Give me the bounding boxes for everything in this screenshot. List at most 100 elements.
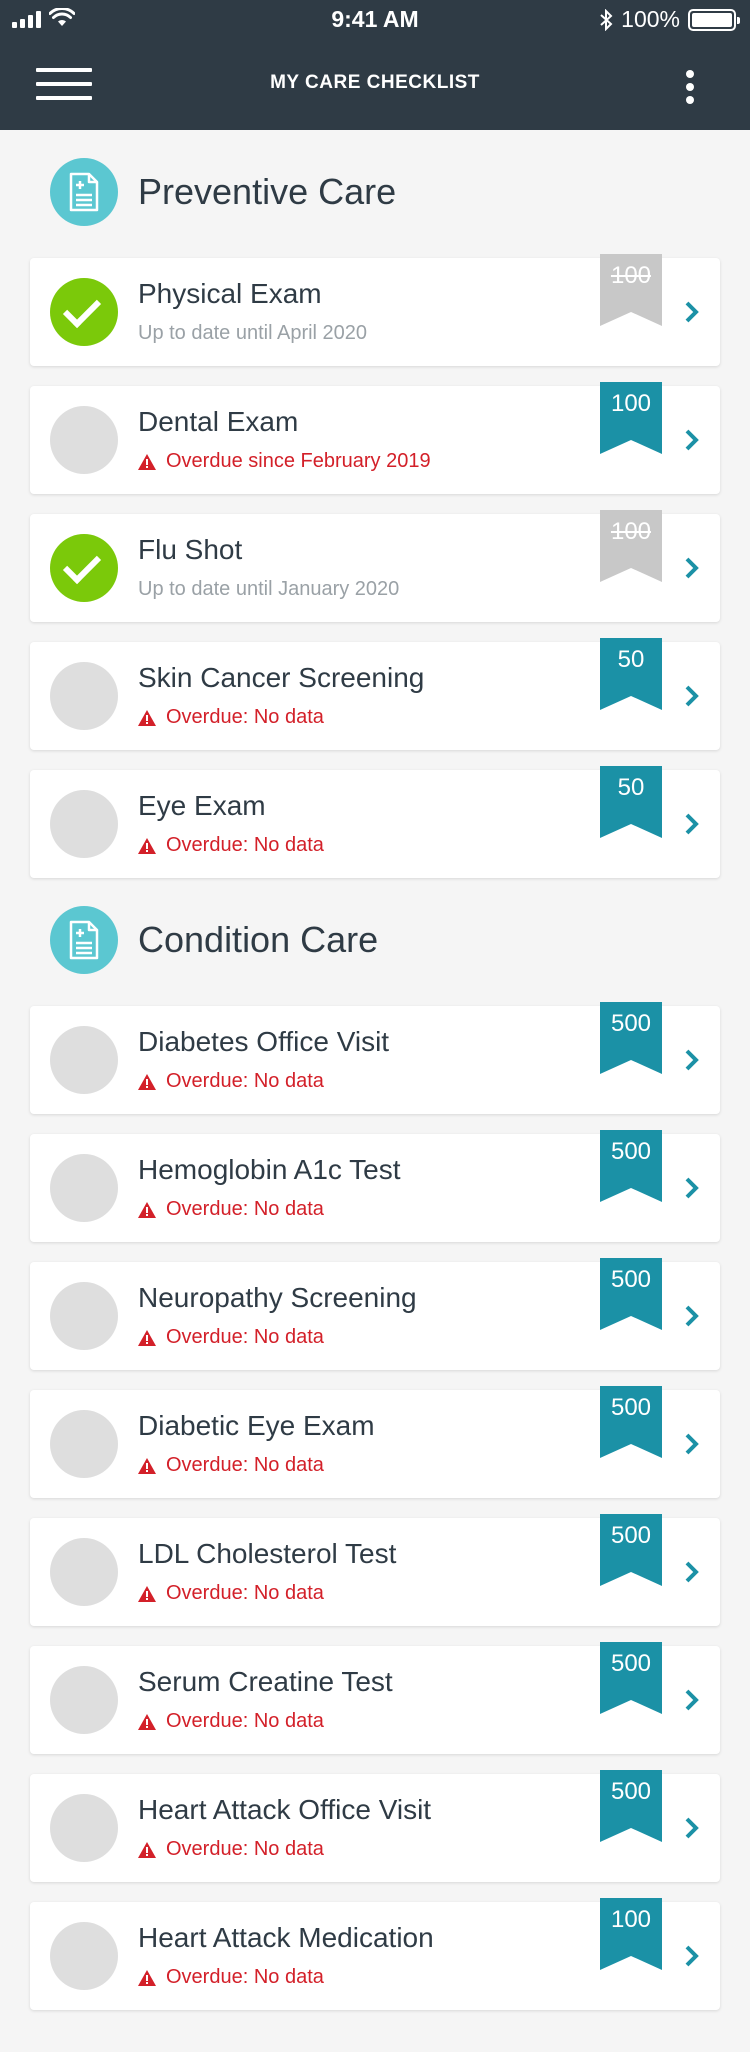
completed-check-icon <box>50 278 118 346</box>
chevron-right-icon[interactable] <box>684 428 700 452</box>
warning-icon <box>138 709 156 726</box>
points-value: 100 <box>610 390 652 417</box>
incomplete-status-circle <box>50 1538 118 1606</box>
points-value: 50 <box>617 774 645 801</box>
item-status: Overdue: No data <box>138 1326 324 1349</box>
section-title: Condition Care <box>138 919 379 960</box>
item-subtitle: Overdue: No data <box>166 1070 324 1092</box>
chevron-right-icon[interactable] <box>684 1176 700 1200</box>
item-status: Overdue: No data <box>138 1966 324 1989</box>
item-status: Overdue: No data <box>138 1710 324 1733</box>
points-value: 100 <box>610 1906 652 1933</box>
points-ribbon: 100 <box>600 510 662 582</box>
vertical-dots-icon[interactable] <box>686 70 696 104</box>
checklist-item[interactable]: Eye Exam Overdue: No data 50 <box>30 766 720 878</box>
item-title: Eye Exam <box>138 790 266 821</box>
checklist-item[interactable]: Dental Exam Overdue since February 2019 … <box>30 382 720 494</box>
chevron-right-icon[interactable] <box>684 1048 700 1072</box>
item-subtitle: Overdue: No data <box>166 1710 324 1732</box>
item-subtitle: Up to date until January 2020 <box>138 578 400 600</box>
item-subtitle: Overdue: No data <box>166 1454 324 1476</box>
points-ribbon: 500 <box>600 1642 662 1714</box>
points-ribbon: 50 <box>600 766 662 838</box>
points-value: 500 <box>610 1138 652 1165</box>
chevron-right-icon[interactable] <box>684 684 700 708</box>
chevron-right-icon[interactable] <box>684 556 700 580</box>
item-title: Diabetic Eye Exam <box>138 1410 375 1441</box>
app-header: 9:41 AM 100% MY CARE CHECKLIST <box>0 0 750 130</box>
item-title: Heart Attack Office Visit <box>138 1794 432 1825</box>
item-title: Hemoglobin A1c Test <box>138 1154 401 1185</box>
chevron-right-icon[interactable] <box>684 812 700 836</box>
item-title: Skin Cancer Screening <box>138 662 425 693</box>
item-title: Heart Attack Medication <box>138 1922 434 1953</box>
warning-icon <box>138 1585 156 1602</box>
warning-icon <box>138 453 156 470</box>
item-status: Overdue: No data <box>138 1454 324 1477</box>
warning-icon <box>138 1841 156 1858</box>
checklist-item[interactable]: Diabetic Eye Exam Overdue: No data 500 <box>30 1386 720 1498</box>
bluetooth-icon <box>600 8 613 31</box>
points-ribbon: 500 <box>600 1130 662 1202</box>
incomplete-status-circle <box>50 406 118 474</box>
chevron-right-icon[interactable] <box>684 300 700 324</box>
points-ribbon: 500 <box>600 1770 662 1842</box>
item-status: Up to date until January 2020 <box>138 578 399 601</box>
points-ribbon: 50 <box>600 638 662 710</box>
chevron-right-icon[interactable] <box>684 1688 700 1712</box>
item-subtitle: Overdue: No data <box>166 706 324 728</box>
checklist-item[interactable]: LDL Cholesterol Test Overdue: No data 50… <box>30 1514 720 1626</box>
points-value: 500 <box>610 1394 652 1421</box>
points-value: 100 <box>610 262 652 289</box>
item-subtitle: Overdue: No data <box>166 1198 324 1220</box>
completed-check-icon <box>50 534 118 602</box>
checklist-item[interactable]: Skin Cancer Screening Overdue: No data 5… <box>30 638 720 750</box>
warning-icon <box>138 1073 156 1090</box>
item-title: Serum Creatine Test <box>138 1666 393 1697</box>
chevron-right-icon[interactable] <box>684 1816 700 1840</box>
points-value: 500 <box>610 1522 652 1549</box>
checklist-item[interactable]: Flu Shot Up to date until January 2020 1… <box>30 510 720 622</box>
points-value: 50 <box>617 646 645 673</box>
item-title: Flu Shot <box>138 534 243 565</box>
incomplete-status-circle <box>50 1282 118 1350</box>
incomplete-status-circle <box>50 1666 118 1734</box>
battery-percent: 100% <box>621 6 680 32</box>
item-title: Physical Exam <box>138 278 322 309</box>
incomplete-status-circle <box>50 1410 118 1478</box>
checklist-item[interactable]: Hemoglobin A1c Test Overdue: No data 500 <box>30 1130 720 1242</box>
checklist-item[interactable]: Heart Attack Medication Overdue: No data… <box>30 1898 720 2010</box>
section-header: Condition Care <box>50 906 378 974</box>
points-value: 500 <box>610 1010 652 1037</box>
points-ribbon: 500 <box>600 1258 662 1330</box>
points-value: 500 <box>610 1266 652 1293</box>
points-ribbon: 500 <box>600 1514 662 1586</box>
points-ribbon: 500 <box>600 1386 662 1458</box>
item-subtitle: Overdue: No data <box>166 834 324 856</box>
checklist-item[interactable]: Physical Exam Up to date until April 202… <box>30 254 720 366</box>
item-title: Neuropathy Screening <box>138 1282 417 1313</box>
item-title: Diabetes Office Visit <box>138 1026 390 1057</box>
checklist-item[interactable]: Heart Attack Office Visit Overdue: No da… <box>30 1770 720 1882</box>
warning-icon <box>138 1713 156 1730</box>
item-status: Overdue: No data <box>138 1198 324 1221</box>
section-title: Preventive Care <box>138 171 397 212</box>
chevron-right-icon[interactable] <box>684 1432 700 1456</box>
item-status: Overdue since February 2019 <box>138 450 431 473</box>
item-title: Dental Exam <box>138 406 299 437</box>
warning-icon <box>138 1201 156 1218</box>
item-title: LDL Cholesterol Test <box>138 1538 397 1569</box>
section-header: Preventive Care <box>50 158 396 226</box>
checklist-item[interactable]: Diabetes Office Visit Overdue: No data 5… <box>30 1002 720 1114</box>
item-status: Overdue: No data <box>138 1582 324 1605</box>
points-value: 100 <box>610 518 652 545</box>
chevron-right-icon[interactable] <box>684 1560 700 1584</box>
points-value: 500 <box>610 1778 652 1805</box>
checklist-item[interactable]: Serum Creatine Test Overdue: No data 500 <box>30 1642 720 1754</box>
battery-icon <box>688 8 740 31</box>
checklist-item[interactable]: Neuropathy Screening Overdue: No data 50… <box>30 1258 720 1370</box>
chevron-right-icon[interactable] <box>684 1304 700 1328</box>
points-value: 500 <box>610 1650 652 1677</box>
item-status: Overdue: No data <box>138 706 324 729</box>
chevron-right-icon[interactable] <box>684 1944 700 1968</box>
